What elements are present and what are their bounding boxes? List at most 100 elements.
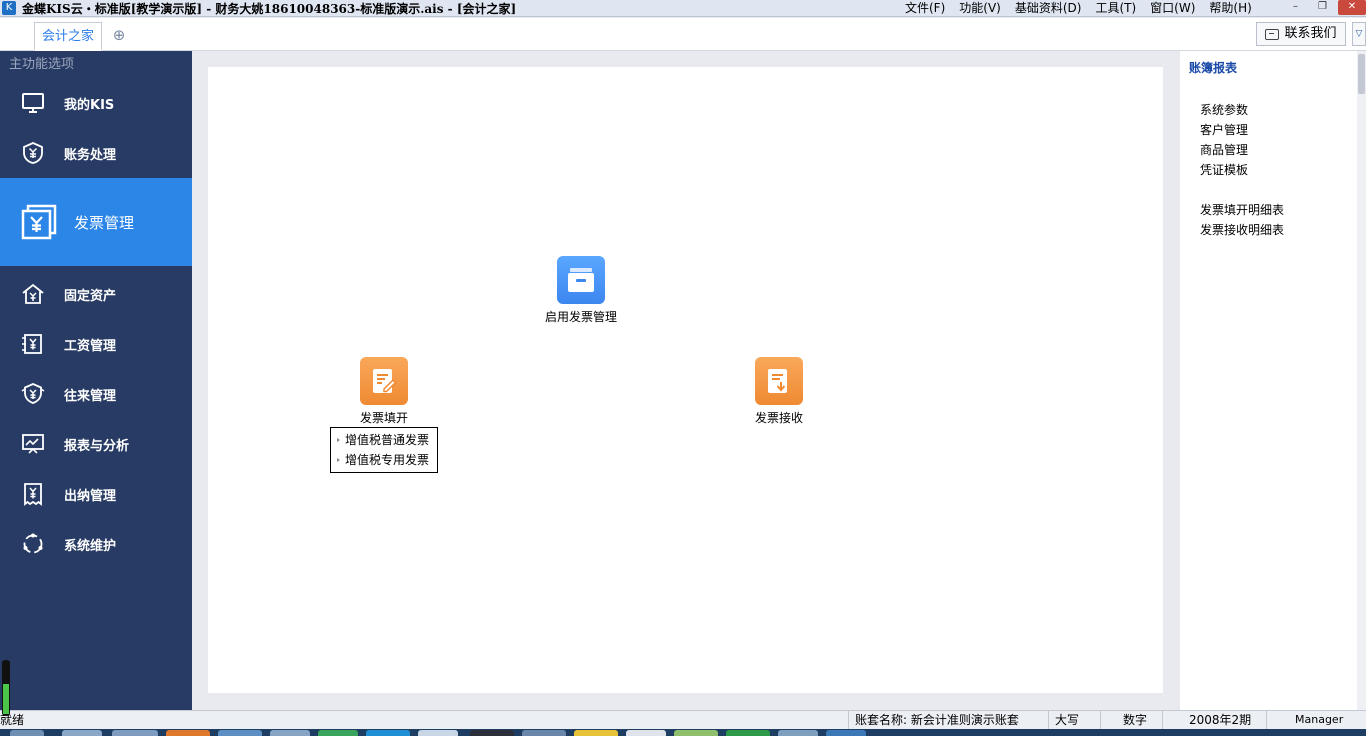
sidebar-item-label: 报表与分析 (64, 438, 130, 454)
link-received-invoice-detail[interactable]: 发票接收明细表 (1200, 220, 1284, 240)
sidebar-item-my-kis[interactable]: 我的KIS (0, 78, 192, 128)
house-yuan-icon (20, 281, 46, 307)
taskbar-app[interactable] (166, 730, 210, 736)
window-controls: – ❐ ✕ (1282, 0, 1366, 17)
status-account: 账套名称: 新会计准则演示账套 (848, 711, 1048, 730)
chat-icon (1265, 28, 1280, 40)
taskbar-app[interactable] (62, 730, 102, 736)
menu-bar: 文件(F) 功能(V) 基础资料(D) 工具(T) 窗口(W) 帮助(H) (905, 0, 1266, 17)
report-panel: 账簿报表 系统参数 客户管理 商品管理 凭证模板 发票填开明细表 发票接收明细表 (1180, 51, 1366, 710)
issue-invoice-node[interactable]: 发票填开 (334, 357, 434, 426)
volume-meter-icon (2, 660, 10, 716)
sidebar-item-label: 系统维护 (64, 538, 117, 554)
sidebar: 主功能选项 我的KIS 账务处理 发票管理 固定资产 工资管理 往来管理 报表与… (0, 51, 192, 710)
close-button[interactable]: ✕ (1338, 0, 1366, 15)
status-period: 2008年2期 (1162, 711, 1266, 730)
monitor-icon (20, 90, 46, 116)
chart-board-icon (20, 431, 46, 457)
sidebar-item-system[interactable]: 系统维护 (0, 519, 192, 569)
edit-document-icon (360, 357, 408, 405)
minimize-button[interactable]: – (1282, 0, 1309, 15)
sidebar-item-label: 工资管理 (64, 338, 117, 354)
sidebar-item-fixed-assets[interactable]: 固定资产 (0, 269, 192, 319)
title-bar: K 金蝶KIS云・标准版[教学演示版] - 财务大姚18610048363-标准… (0, 0, 1366, 17)
menu-file[interactable]: 文件(F) (905, 0, 945, 17)
app-logo-icon: K (2, 1, 16, 15)
window-title: 金蝶KIS云・标准版[教学演示版] - 财务大姚18610048363-标准版演… (22, 1, 517, 16)
enable-invoice-label: 启用发票管理 (544, 310, 617, 324)
contact-us-label: 联系我们 (1284, 26, 1337, 41)
os-taskbar (0, 729, 1366, 736)
link-issued-invoice-detail[interactable]: 发票填开明细表 (1200, 200, 1284, 220)
sidebar-item-cashier[interactable]: 出纳管理 (0, 469, 192, 519)
taskbar-app[interactable] (470, 730, 514, 736)
status-bar: 就绪 账套名称: 新会计准则演示账套 大写 数字 2008年2期 Manager (0, 710, 1366, 730)
chevron-down-icon[interactable]: ▽ (1352, 22, 1366, 46)
issue-invoice-submenu: 增值税普通发票 增值税专用发票 (330, 427, 438, 473)
taskbar-app[interactable] (726, 730, 770, 736)
exchange-icon (20, 381, 46, 407)
report-group-settings: 系统参数 客户管理 商品管理 凭证模板 (1200, 100, 1248, 180)
sidebar-item-label: 往来管理 (64, 388, 117, 404)
workflow-canvas: 启用发票管理 发票填开 发票接收 增值税普通发票 增值税专用发票 (208, 67, 1163, 693)
sidebar-item-label: 发票管理 (74, 213, 135, 232)
add-tab-icon[interactable]: ⊕ (111, 27, 127, 43)
scrollbar-thumb[interactable] (1358, 54, 1365, 94)
invoice-icon (20, 203, 58, 241)
sidebar-item-accounting[interactable]: 账务处理 (0, 128, 192, 178)
taskbar-app[interactable] (366, 730, 410, 736)
taskbar-app[interactable] (270, 730, 310, 736)
taskbar-app[interactable] (318, 730, 358, 736)
taskbar-app[interactable] (112, 730, 158, 736)
sidebar-item-label: 出纳管理 (64, 488, 117, 504)
start-button[interactable] (10, 730, 44, 736)
sidebar-item-label: 固定资产 (64, 288, 117, 304)
contact-us-button[interactable]: 联系我们 (1256, 22, 1346, 46)
issue-invoice-label: 发票填开 (359, 411, 408, 425)
taskbar-app[interactable] (674, 730, 718, 736)
payroll-icon (20, 331, 46, 357)
archive-box-icon (557, 256, 605, 304)
tab-strip: 会计之家 ⊕ 联系我们 ▽ (0, 18, 1366, 51)
report-panel-title: 账簿报表 (1189, 61, 1238, 75)
taskbar-app[interactable] (626, 730, 666, 736)
link-product-mgmt[interactable]: 商品管理 (1200, 140, 1248, 160)
taskbar-app[interactable] (218, 730, 262, 736)
menu-item-vat-normal[interactable]: 增值税普通发票 (331, 430, 437, 450)
link-voucher-template[interactable]: 凭证模板 (1200, 160, 1248, 180)
taskbar-app[interactable] (826, 730, 866, 736)
status-num: 数字 (1100, 711, 1162, 730)
sidebar-header: 主功能选项 (9, 57, 75, 72)
cashier-icon (20, 481, 46, 507)
yuan-shield-icon (20, 140, 46, 166)
cycle-icon (20, 531, 46, 557)
taskbar-app[interactable] (778, 730, 818, 736)
receive-invoice-node[interactable]: 发票接收 (729, 357, 829, 426)
sidebar-item-label: 账务处理 (64, 147, 117, 163)
menu-tools[interactable]: 工具(T) (1095, 0, 1136, 17)
sidebar-item-payroll[interactable]: 工资管理 (0, 319, 192, 369)
status-caps: 大写 (1048, 711, 1100, 730)
taskbar-app[interactable] (522, 730, 566, 736)
menu-function[interactable]: 功能(V) (959, 0, 1001, 17)
link-customer-mgmt[interactable]: 客户管理 (1200, 120, 1248, 140)
sidebar-item-receivables[interactable]: 往来管理 (0, 369, 192, 419)
sidebar-item-invoice[interactable]: 发票管理 (0, 178, 192, 266)
receive-document-icon (755, 357, 803, 405)
sidebar-item-reports[interactable]: 报表与分析 (0, 419, 192, 469)
menu-basic-data[interactable]: 基础资料(D) (1015, 0, 1082, 17)
status-user: Manager (1266, 711, 1366, 730)
taskbar-app[interactable] (418, 730, 458, 736)
report-group-details: 发票填开明细表 发票接收明细表 (1200, 200, 1284, 240)
enable-invoice-node[interactable]: 启用发票管理 (531, 256, 631, 325)
vertical-scrollbar[interactable] (1357, 51, 1366, 710)
menu-item-vat-special[interactable]: 增值税专用发票 (331, 450, 437, 470)
receive-invoice-label: 发票接收 (754, 411, 803, 425)
menu-window[interactable]: 窗口(W) (1150, 0, 1195, 17)
link-system-params[interactable]: 系统参数 (1200, 100, 1248, 120)
restore-button[interactable]: ❐ (1309, 0, 1336, 15)
tab-accounting-home[interactable]: 会计之家 (34, 22, 102, 51)
menu-help[interactable]: 帮助(H) (1209, 0, 1251, 17)
taskbar-app[interactable] (574, 730, 618, 736)
sidebar-item-label: 我的KIS (64, 97, 115, 113)
